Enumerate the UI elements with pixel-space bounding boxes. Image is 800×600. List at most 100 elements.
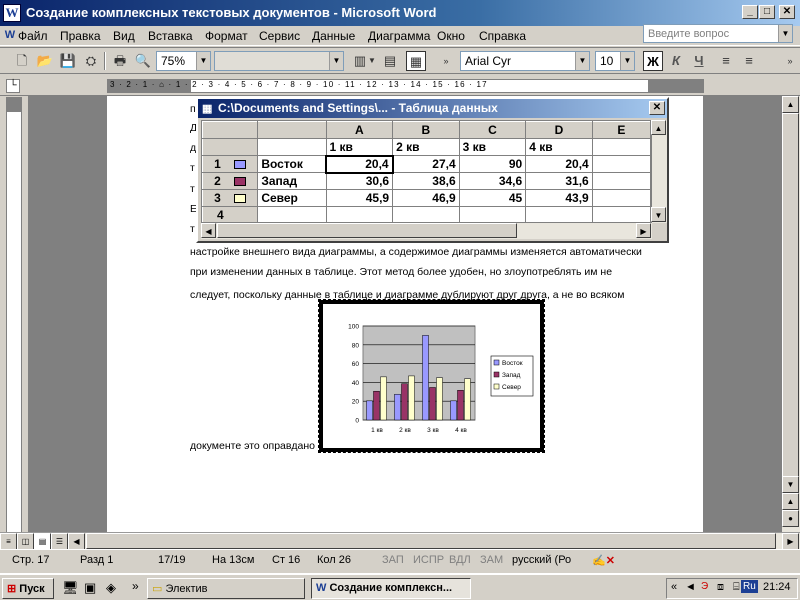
scroll-left-icon[interactable]: ◀ <box>201 223 216 238</box>
menu-tools[interactable]: Сервис <box>259 29 300 43</box>
status-record[interactable]: ЗАП <box>382 554 404 566</box>
scroll-right-icon[interactable]: ▶ <box>782 533 799 550</box>
menu-file[interactable]: Файл <box>18 29 48 43</box>
bold-button[interactable]: Ж <box>643 51 663 71</box>
cell[interactable] <box>591 138 651 156</box>
row-header[interactable]: 2 <box>202 172 259 190</box>
status-overtype[interactable]: ЗАМ <box>480 554 503 566</box>
cell[interactable]: 27,4 <box>392 155 460 173</box>
cell[interactable] <box>591 189 651 207</box>
cell[interactable]: Запад <box>257 172 327 190</box>
normal-view-icon[interactable]: ≡ <box>0 533 17 550</box>
network-icon[interactable]: ⌸ <box>733 581 740 594</box>
volume-icon[interactable]: ◄ <box>685 581 696 593</box>
font-select[interactable]: Arial Cyr ▼ <box>460 51 590 71</box>
cell[interactable] <box>257 138 327 156</box>
menu-insert[interactable]: Вставка <box>148 29 193 43</box>
web-view-icon[interactable]: ◫ <box>17 533 34 550</box>
menu-chart[interactable]: Диаграмма <box>368 29 430 43</box>
cell[interactable]: 45,9 <box>325 189 394 207</box>
cell[interactable]: Восток <box>257 155 327 173</box>
cell[interactable]: 45 <box>458 189 527 207</box>
column-header[interactable]: B <box>392 121 460 139</box>
row-header[interactable]: 3 <box>202 189 259 207</box>
horizontal-scrollbar[interactable]: ≡ ◫ ▤ ☰ ◀ ▶ <box>0 532 800 550</box>
cell[interactable]: 31,6 <box>525 172 593 190</box>
column-header[interactable]: C <box>458 121 527 139</box>
antivirus-icon[interactable]: Э <box>701 581 708 592</box>
desktop-icon[interactable]: 🖥 <box>62 580 79 596</box>
ask-question-box[interactable]: Введите вопрос ▼ <box>643 24 793 43</box>
row-header[interactable]: 4 <box>202 206 259 222</box>
datasheet-window[interactable]: ▦ C:\Documents and Settings\... - Таблиц… <box>196 97 669 243</box>
tab-selector-icon[interactable]: └ <box>6 79 20 93</box>
permission-icon[interactable]: ⛭ <box>81 51 101 71</box>
cell[interactable]: 20,4 <box>525 155 593 173</box>
status-extend[interactable]: ВДЛ <box>449 554 471 566</box>
start-button[interactable]: ⊞ Пуск <box>2 578 54 599</box>
cell[interactable] <box>257 206 327 222</box>
cell[interactable]: 46,9 <box>392 189 460 207</box>
status-track-changes[interactable]: ИСПР <box>413 554 444 566</box>
zoom-select[interactable]: 75% ▼ <box>156 51 211 71</box>
close-icon[interactable]: ✕ <box>649 101 665 115</box>
chevron-down-icon[interactable]: ▼ <box>196 52 210 70</box>
scroll-right-icon[interactable]: ▶ <box>636 223 651 238</box>
underline-button[interactable]: Ч <box>689 51 709 71</box>
font-size-select[interactable]: 10 ▼ <box>595 51 635 71</box>
cell[interactable]: 90 <box>458 155 527 173</box>
bar-chart[interactable]: 0 20 40 60 80 100 1 кв 2 кв 3 кв 4 кв Восток Запад С… <box>323 304 540 448</box>
column-header[interactable]: D <box>525 121 593 139</box>
scroll-thumb[interactable] <box>86 533 776 549</box>
cell[interactable]: 30,6 <box>325 172 394 190</box>
menu-format[interactable]: Формат <box>205 29 248 43</box>
chevron-down-icon[interactable]: ▼ <box>367 51 377 71</box>
spelling-check-icon[interactable]: ✍✕ <box>592 554 615 567</box>
menu-data[interactable]: Данные <box>312 29 355 43</box>
column-header[interactable] <box>257 121 327 139</box>
cell[interactable] <box>392 206 460 222</box>
print-layout-icon[interactable]: ▤ <box>34 533 51 550</box>
word-app-icon[interactable]: W <box>3 4 21 22</box>
maximize-button[interactable]: □ <box>759 5 775 19</box>
chevron-right-icon[interactable]: » <box>132 579 139 593</box>
browser-icon[interactable]: ◈ <box>106 580 116 596</box>
cell[interactable]: 4 кв <box>525 138 593 156</box>
corner-cell[interactable] <box>202 121 259 139</box>
close-button[interactable]: ✕ <box>779 5 795 19</box>
cell[interactable]: 2 кв <box>392 138 460 156</box>
menu-help[interactable]: Справка <box>479 29 526 43</box>
taskbar-word-button[interactable]: W Создание комплексн... <box>311 578 471 599</box>
toolbar-options-icon[interactable]: » <box>780 51 800 71</box>
cell[interactable] <box>591 206 651 222</box>
save-icon[interactable]: 💾 <box>58 51 78 71</box>
cell-selected[interactable]: 20,4 <box>325 154 394 174</box>
cell[interactable] <box>591 155 651 173</box>
chevron-down-icon[interactable]: ▼ <box>778 25 792 42</box>
scroll-up-icon[interactable]: ▲ <box>782 96 799 113</box>
scroll-left-icon[interactable]: ◀ <box>68 533 85 550</box>
column-header[interactable]: A <box>325 121 394 139</box>
menu-edit[interactable]: Правка <box>60 29 101 43</box>
open-folder-icon[interactable]: 📂 <box>35 51 55 71</box>
outline-view-icon[interactable]: ☰ <box>51 533 68 550</box>
cell[interactable] <box>525 206 593 222</box>
menu-window[interactable]: Окно <box>437 29 465 43</box>
align-left-icon[interactable]: ≡ <box>716 51 736 71</box>
doc-menu-icon[interactable]: W <box>3 29 17 43</box>
style-select[interactable]: ▼ <box>214 51 344 71</box>
vertical-ruler[interactable] <box>6 97 22 533</box>
scroll-down-icon[interactable]: ▼ <box>782 476 799 493</box>
chevron-down-icon[interactable]: ▼ <box>620 52 634 70</box>
cell[interactable]: 1 кв <box>325 138 394 156</box>
scroll-thumb[interactable] <box>782 113 799 493</box>
datasheet-horizontal-scrollbar[interactable]: ◀ ▶ <box>201 223 652 239</box>
print-preview-icon[interactable]: 🔍 <box>133 51 153 71</box>
chevron-left-icon[interactable]: « <box>671 581 677 593</box>
embedded-chart-frame[interactable]: 0 20 40 60 80 100 1 кв 2 кв 3 кв 4 кв Восток Запад С… <box>318 299 545 453</box>
cell[interactable]: 34,6 <box>458 172 527 190</box>
menu-view[interactable]: Вид <box>113 29 135 43</box>
chevron-down-icon[interactable]: ▼ <box>575 52 589 70</box>
new-document-icon[interactable]: 🗋 <box>12 51 32 71</box>
legend-icon[interactable]: ▤ <box>380 51 400 71</box>
